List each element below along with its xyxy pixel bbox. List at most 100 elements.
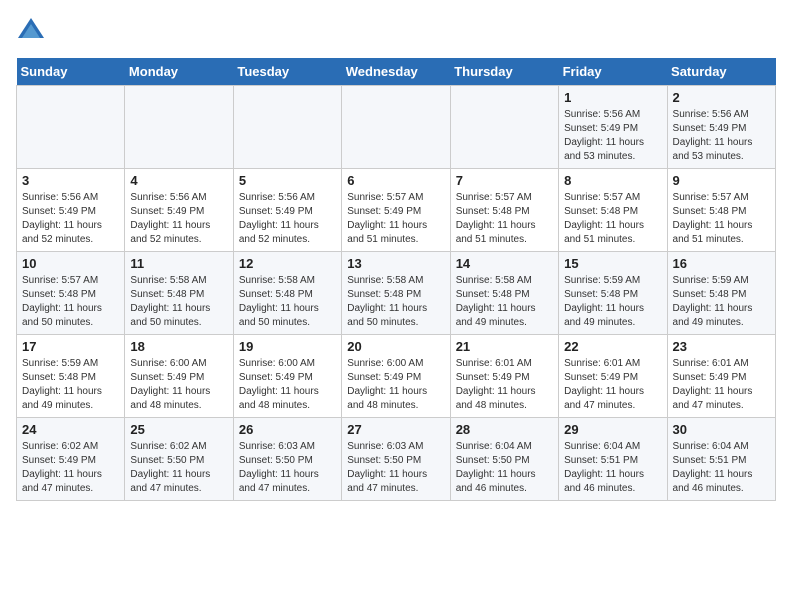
weekday-header-monday: Monday — [125, 58, 233, 86]
day-info: Sunrise: 5:57 AM Sunset: 5:48 PM Dayligh… — [673, 191, 770, 247]
day-number: 21 — [456, 339, 553, 354]
calendar-week-2: 3 Sunrise: 5:56 AM Sunset: 5:49 PM Daylig… — [17, 169, 776, 252]
day-info: Sunrise: 5:57 AM Sunset: 5:49 PM Dayligh… — [347, 191, 444, 247]
calendar-cell — [450, 86, 558, 169]
calendar-table: SundayMondayTuesdayWednesdayThursdayFrid… — [16, 58, 776, 501]
day-info: Sunrise: 5:56 AM Sunset: 5:49 PM Dayligh… — [22, 191, 119, 247]
day-info: Sunrise: 5:58 AM Sunset: 5:48 PM Dayligh… — [130, 274, 227, 330]
weekday-header-wednesday: Wednesday — [342, 58, 450, 86]
calendar-cell: 22Sunrise: 6:01 AM Sunset: 5:49 PM Dayli… — [559, 335, 667, 418]
calendar-cell: 5 Sunrise: 5:56 AM Sunset: 5:49 PM Daylig… — [233, 169, 341, 252]
day-number: 6 — [347, 173, 444, 188]
day-info: Sunrise: 6:04 AM Sunset: 5:51 PM Dayligh… — [673, 440, 770, 496]
calendar-cell: 15 Sunrise: 5:59 AM Sunset: 5:48 PM Dayli… — [559, 252, 667, 335]
day-number: 20 — [347, 339, 444, 354]
calendar-cell: 3 Sunrise: 5:56 AM Sunset: 5:49 PM Daylig… — [17, 169, 125, 252]
day-info: Sunrise: 5:57 AM Sunset: 5:48 PM Dayligh… — [22, 274, 119, 330]
day-number: 10 — [22, 256, 119, 271]
weekday-header-row: SundayMondayTuesdayWednesdayThursdayFrid… — [17, 58, 776, 86]
day-number: 13 — [347, 256, 444, 271]
calendar-cell: 7Sunrise: 5:57 AM Sunset: 5:48 PM Daylig… — [450, 169, 558, 252]
day-number: 5 — [239, 173, 336, 188]
calendar-week-3: 10 Sunrise: 5:57 AM Sunset: 5:48 PM Dayli… — [17, 252, 776, 335]
logo-icon — [16, 16, 46, 46]
calendar-cell: 27Sunrise: 6:03 AM Sunset: 5:50 PM Dayli… — [342, 418, 450, 501]
day-number: 25 — [130, 422, 227, 437]
day-info: Sunrise: 5:58 AM Sunset: 5:48 PM Dayligh… — [239, 274, 336, 330]
day-number: 7 — [456, 173, 553, 188]
weekday-header-saturday: Saturday — [667, 58, 775, 86]
day-number: 24 — [22, 422, 119, 437]
day-info: Sunrise: 6:02 AM Sunset: 5:50 PM Dayligh… — [130, 440, 227, 496]
weekday-header-sunday: Sunday — [17, 58, 125, 86]
day-info: Sunrise: 6:04 AM Sunset: 5:51 PM Dayligh… — [564, 440, 661, 496]
day-number: 23 — [673, 339, 770, 354]
weekday-header-thursday: Thursday — [450, 58, 558, 86]
calendar-cell: 1Sunrise: 5:56 AM Sunset: 5:49 PM Daylig… — [559, 86, 667, 169]
day-info: Sunrise: 6:00 AM Sunset: 5:49 PM Dayligh… — [239, 357, 336, 413]
day-number: 16 — [673, 256, 770, 271]
calendar-week-4: 17 Sunrise: 5:59 AM Sunset: 5:48 PM Dayli… — [17, 335, 776, 418]
day-number: 19 — [239, 339, 336, 354]
calendar-cell: 17 Sunrise: 5:59 AM Sunset: 5:48 PM Dayli… — [17, 335, 125, 418]
day-info: Sunrise: 5:59 AM Sunset: 5:48 PM Dayligh… — [564, 274, 661, 330]
day-number: 2 — [673, 90, 770, 105]
day-info: Sunrise: 6:00 AM Sunset: 5:49 PM Dayligh… — [130, 357, 227, 413]
calendar-body: 1Sunrise: 5:56 AM Sunset: 5:49 PM Daylig… — [17, 86, 776, 501]
day-info: Sunrise: 6:00 AM Sunset: 5:49 PM Dayligh… — [347, 357, 444, 413]
day-number: 18 — [130, 339, 227, 354]
calendar-cell: 9Sunrise: 5:57 AM Sunset: 5:48 PM Daylig… — [667, 169, 775, 252]
calendar-cell: 8 Sunrise: 5:57 AM Sunset: 5:48 PM Daylig… — [559, 169, 667, 252]
day-number: 28 — [456, 422, 553, 437]
day-info: Sunrise: 5:58 AM Sunset: 5:48 PM Dayligh… — [456, 274, 553, 330]
calendar-cell: 13 Sunrise: 5:58 AM Sunset: 5:48 PM Dayli… — [342, 252, 450, 335]
calendar-cell — [233, 86, 341, 169]
page-header — [16, 16, 776, 46]
calendar-cell: 16 Sunrise: 5:59 AM Sunset: 5:48 PM Dayli… — [667, 252, 775, 335]
day-number: 29 — [564, 422, 661, 437]
calendar-cell — [17, 86, 125, 169]
day-number: 3 — [22, 173, 119, 188]
calendar-cell: 4Sunrise: 5:56 AM Sunset: 5:49 PM Daylig… — [125, 169, 233, 252]
day-number: 11 — [130, 256, 227, 271]
calendar-cell: 10 Sunrise: 5:57 AM Sunset: 5:48 PM Dayli… — [17, 252, 125, 335]
calendar-cell: 26Sunrise: 6:03 AM Sunset: 5:50 PM Dayli… — [233, 418, 341, 501]
calendar-cell: 21Sunrise: 6:01 AM Sunset: 5:49 PM Dayli… — [450, 335, 558, 418]
day-info: Sunrise: 5:59 AM Sunset: 5:48 PM Dayligh… — [673, 274, 770, 330]
day-info: Sunrise: 5:59 AM Sunset: 5:48 PM Dayligh… — [22, 357, 119, 413]
weekday-header-tuesday: Tuesday — [233, 58, 341, 86]
calendar-cell: 12 Sunrise: 5:58 AM Sunset: 5:48 PM Dayli… — [233, 252, 341, 335]
day-info: Sunrise: 5:57 AM Sunset: 5:48 PM Dayligh… — [564, 191, 661, 247]
calendar-cell: 18 Sunrise: 6:00 AM Sunset: 5:49 PM Dayli… — [125, 335, 233, 418]
day-info: Sunrise: 6:02 AM Sunset: 5:49 PM Dayligh… — [22, 440, 119, 496]
calendar-cell: 29 Sunrise: 6:04 AM Sunset: 5:51 PM Dayli… — [559, 418, 667, 501]
day-info: Sunrise: 5:56 AM Sunset: 5:49 PM Dayligh… — [130, 191, 227, 247]
calendar-cell: 2 Sunrise: 5:56 AM Sunset: 5:49 PM Daylig… — [667, 86, 775, 169]
day-info: Sunrise: 5:56 AM Sunset: 5:49 PM Dayligh… — [239, 191, 336, 247]
calendar-cell: 11 Sunrise: 5:58 AM Sunset: 5:48 PM Dayli… — [125, 252, 233, 335]
calendar-cell: 28Sunrise: 6:04 AM Sunset: 5:50 PM Dayli… — [450, 418, 558, 501]
day-number: 26 — [239, 422, 336, 437]
day-number: 27 — [347, 422, 444, 437]
day-info: Sunrise: 5:56 AM Sunset: 5:49 PM Dayligh… — [564, 108, 661, 164]
weekday-header-friday: Friday — [559, 58, 667, 86]
day-number: 17 — [22, 339, 119, 354]
calendar-cell: 14 Sunrise: 5:58 AM Sunset: 5:48 PM Dayli… — [450, 252, 558, 335]
calendar-week-5: 24 Sunrise: 6:02 AM Sunset: 5:49 PM Dayli… — [17, 418, 776, 501]
day-number: 14 — [456, 256, 553, 271]
day-number: 30 — [673, 422, 770, 437]
day-number: 22 — [564, 339, 661, 354]
day-number: 15 — [564, 256, 661, 271]
day-info: Sunrise: 5:58 AM Sunset: 5:48 PM Dayligh… — [347, 274, 444, 330]
calendar-cell — [342, 86, 450, 169]
calendar-cell: 6 Sunrise: 5:57 AM Sunset: 5:49 PM Daylig… — [342, 169, 450, 252]
calendar-cell: 25 Sunrise: 6:02 AM Sunset: 5:50 PM Dayli… — [125, 418, 233, 501]
calendar-cell: 19 Sunrise: 6:00 AM Sunset: 5:49 PM Dayli… — [233, 335, 341, 418]
calendar-header: SundayMondayTuesdayWednesdayThursdayFrid… — [17, 58, 776, 86]
calendar-week-1: 1Sunrise: 5:56 AM Sunset: 5:49 PM Daylig… — [17, 86, 776, 169]
day-number: 8 — [564, 173, 661, 188]
calendar-cell: 23Sunrise: 6:01 AM Sunset: 5:49 PM Dayli… — [667, 335, 775, 418]
day-info: Sunrise: 5:56 AM Sunset: 5:49 PM Dayligh… — [673, 108, 770, 164]
day-number: 12 — [239, 256, 336, 271]
calendar-cell: 30 Sunrise: 6:04 AM Sunset: 5:51 PM Dayli… — [667, 418, 775, 501]
